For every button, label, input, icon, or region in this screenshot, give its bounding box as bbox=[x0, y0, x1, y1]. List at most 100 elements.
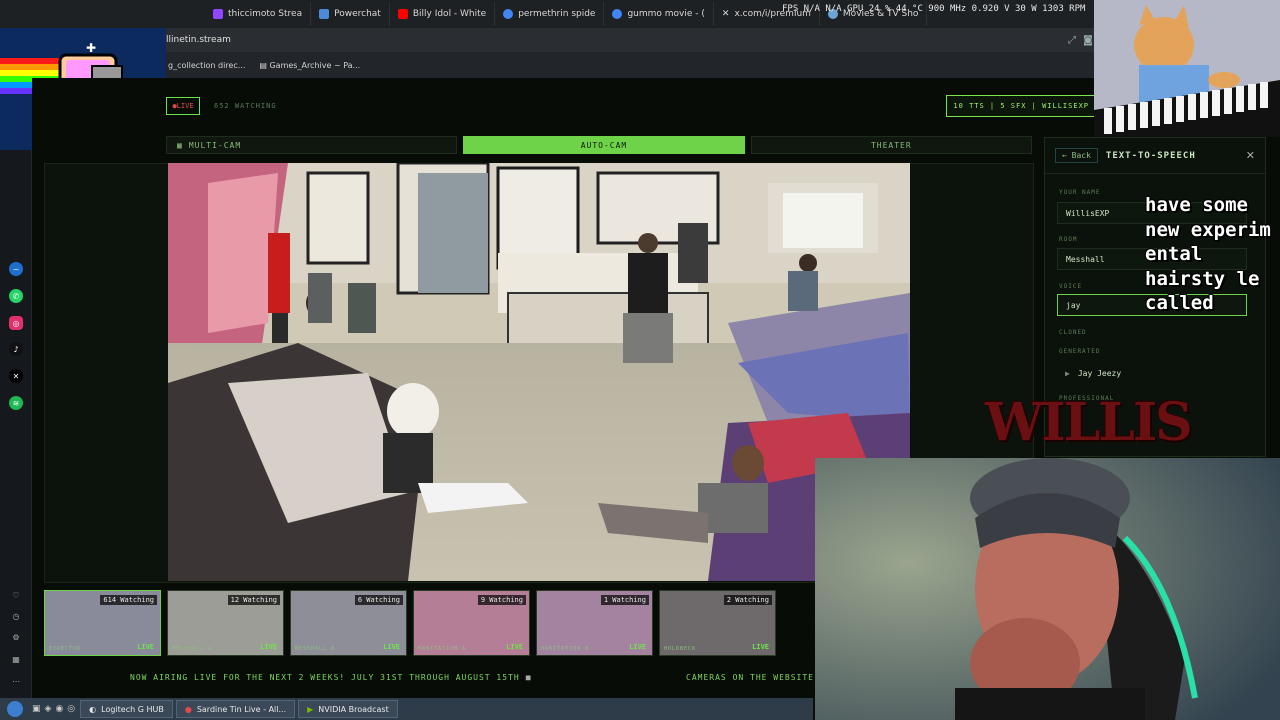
browser-icon: ● bbox=[184, 704, 192, 714]
browser-tab[interactable]: gummo movie - ( bbox=[604, 2, 714, 26]
thumb-camera-name: HABITATION A bbox=[418, 646, 467, 652]
live-badge: ● LIVE bbox=[166, 97, 200, 115]
browser-sidebar: ~ ✆ ◎ ♪ ✕ ≋ ♡ ◷ ⚙ ▦ ⋯ bbox=[0, 150, 32, 700]
tab-theater[interactable]: THEATER bbox=[750, 136, 1032, 154]
cat-piano-overlay bbox=[1094, 0, 1280, 137]
windows-taskbar: ▣ ◈ ◉ ◎ ◐ Logitech G HUB ● Sardine Tin Liv… bbox=[0, 698, 813, 720]
nvidia-icon: ▶ bbox=[307, 704, 314, 714]
spotify-icon[interactable]: ≋ bbox=[9, 396, 23, 410]
google-icon bbox=[503, 9, 514, 19]
willis-logo: WILLIS bbox=[985, 392, 1193, 453]
quicklaunch-icon[interactable]: ◉ bbox=[55, 704, 63, 714]
taskbar-item-nvidia[interactable]: ▶ NVIDIA Broadcast bbox=[298, 700, 398, 718]
play-icon[interactable]: ▶ bbox=[1065, 369, 1070, 378]
thumb-live-badge: LIVE bbox=[752, 643, 769, 651]
thumb-camera-name: MESSHALL A bbox=[172, 646, 213, 652]
tts-credits-badge[interactable]: 10 TTS | 5 SFX | WILLISEXP bbox=[946, 95, 1096, 117]
thumb-camera-name: DIRECTOR bbox=[49, 646, 82, 652]
settings-gear-icon[interactable]: ⚙ bbox=[9, 630, 23, 644]
voice-option[interactable]: ▶ Jay Jeezy bbox=[1057, 362, 1157, 384]
thumb-viewer-count: 2 Watching bbox=[723, 595, 772, 605]
view-mode-tabs: ▦ MULTI-CAM AUTO-CAM THEATER bbox=[166, 136, 1032, 154]
messenger-icon[interactable]: ~ bbox=[9, 262, 23, 276]
x-icon[interactable]: ✕ bbox=[9, 369, 23, 383]
twitch-icon bbox=[213, 9, 223, 19]
thumb-camera-name: MESSHALL B bbox=[295, 646, 336, 652]
url-text[interactable]: llinetin.stream bbox=[166, 35, 1064, 45]
thumb-viewer-count: 614 Watching bbox=[100, 595, 157, 605]
voice-label: VOICE bbox=[1059, 283, 1083, 290]
camera-thumbnail-strip: 614 Watching DIRECTOR LIVE 12 Watching MESS… bbox=[44, 590, 814, 658]
bookmark-item[interactable]: g_collection direc... bbox=[168, 61, 245, 70]
thumb-viewer-count: 12 Watching bbox=[227, 595, 280, 605]
tab-label: AUTO-CAM bbox=[580, 140, 628, 150]
logitech-icon: ◐ bbox=[89, 704, 97, 714]
bookmark-label: Games_Archive ~ Pa... bbox=[269, 60, 361, 70]
youtube-icon bbox=[397, 9, 408, 19]
quicklaunch-icon[interactable]: ◎ bbox=[67, 704, 75, 714]
tiktok-icon[interactable]: ♪ bbox=[9, 342, 23, 356]
thumb-camera-name: HOLDBECK bbox=[664, 646, 697, 652]
tab-label: thiccimoto Strea bbox=[228, 9, 303, 19]
live-label: LIVE bbox=[176, 102, 194, 110]
more-icon[interactable]: ⋯ bbox=[9, 674, 23, 688]
browser-tab[interactable]: Powerchat bbox=[311, 2, 390, 26]
camera-thumbnail[interactable]: 2 Watching HOLDBECK LIVE bbox=[659, 590, 776, 656]
tab-label: MULTI-CAM bbox=[188, 140, 242, 150]
camera-thumbnail[interactable]: 9 Watching HABITATION A LIVE bbox=[413, 590, 530, 656]
thumb-live-badge: LIVE bbox=[137, 643, 154, 651]
taskbar-item-label: Sardine Tin Live - All... bbox=[196, 704, 287, 714]
taskbar-item-browser[interactable]: ● Sardine Tin Live - All... bbox=[175, 700, 296, 718]
thumb-viewer-count: 9 Watching bbox=[477, 595, 526, 605]
heart-icon[interactable]: ♡ bbox=[9, 588, 23, 602]
camera-thumbnail[interactable]: 1 Watching HABITATION B LIVE bbox=[536, 590, 653, 656]
close-icon[interactable]: ✕ bbox=[1246, 149, 1255, 162]
back-button[interactable]: ← Back bbox=[1055, 148, 1098, 163]
extensions-icon[interactable]: ▦ bbox=[9, 652, 23, 666]
thumb-camera-name: HABITATION B bbox=[541, 646, 590, 652]
taskbar-item-logitech[interactable]: ◐ Logitech G HUB bbox=[80, 700, 173, 718]
back-label: Back bbox=[1071, 151, 1091, 160]
thumb-viewer-count: 6 Watching bbox=[354, 595, 403, 605]
tab-label: gummo movie - ( bbox=[627, 9, 705, 19]
google-icon bbox=[612, 9, 623, 19]
tab-label: THEATER bbox=[870, 140, 912, 150]
powerchat-icon bbox=[319, 9, 330, 19]
svg-text:✚: ✚ bbox=[86, 41, 96, 55]
start-button[interactable] bbox=[0, 698, 30, 720]
ticker-left-text: NOW AIRING LIVE FOR THE NEXT 2 WEEKS! JU… bbox=[130, 672, 520, 682]
grid-icon: ▦ bbox=[177, 140, 183, 150]
camera-feed[interactable] bbox=[168, 163, 910, 581]
ticker-separator-icon: ■ bbox=[525, 672, 532, 682]
camera-thumbnail[interactable]: 12 Watching MESSHALL A LIVE bbox=[167, 590, 284, 656]
voice-option-label: Jay Jeezy bbox=[1077, 368, 1122, 378]
browser-tab[interactable]: permethrin spide bbox=[495, 2, 605, 26]
history-icon[interactable]: ◷ bbox=[9, 609, 23, 623]
tab-auto-cam[interactable]: AUTO-CAM bbox=[463, 136, 745, 154]
quicklaunch-icon[interactable]: ◈ bbox=[45, 704, 52, 714]
bookmark-item[interactable]: ▤ Games_Archive ~ Pa... bbox=[259, 61, 360, 70]
ticker-right-text: CAMERAS ON THE WEBSITE bbox=[686, 672, 814, 682]
share-icon[interactable]: ⤢ bbox=[1064, 35, 1080, 46]
tab-multi-cam[interactable]: ▦ MULTI-CAM bbox=[166, 136, 458, 154]
room-label: ROOM bbox=[1059, 236, 1078, 243]
browser-tab[interactable]: Billy Idol - White bbox=[390, 2, 496, 26]
x-icon: ✕ bbox=[721, 9, 730, 19]
stream-status-strip: ● LIVE 652 WATCHING 10 TTS | 5 SFX | WIL… bbox=[166, 95, 1096, 117]
tts-title: TEXT-TO-SPEECH bbox=[1105, 150, 1196, 161]
hardware-stats-overlay: FPS N/A N/A GPU 24 % 44 °C 900 MHz 0.920… bbox=[782, 4, 1086, 14]
whatsapp-icon[interactable]: ✆ bbox=[9, 289, 23, 303]
tts-header: ← Back TEXT-TO-SPEECH ✕ bbox=[1045, 138, 1265, 174]
browser-tab[interactable]: thiccimoto Strea bbox=[205, 2, 312, 26]
viewer-count: 652 WATCHING bbox=[214, 102, 277, 110]
thumb-live-badge: LIVE bbox=[260, 643, 277, 651]
taskbar-item-label: NVIDIA Broadcast bbox=[318, 704, 389, 714]
taskbar-item-label: Logitech G HUB bbox=[101, 704, 164, 714]
address-bar[interactable]: llinetin.stream ⤢ ◙ bbox=[166, 28, 1096, 52]
name-label: YOUR NAME bbox=[1059, 189, 1101, 196]
cloned-section-label: CLONED bbox=[1059, 329, 1087, 336]
instagram-icon[interactable]: ◎ bbox=[9, 316, 23, 330]
camera-thumbnail[interactable]: 614 Watching DIRECTOR LIVE bbox=[44, 590, 161, 656]
quicklaunch-icon[interactable]: ▣ bbox=[32, 704, 41, 714]
camera-thumbnail[interactable]: 6 Watching MESSHALL B LIVE bbox=[290, 590, 407, 656]
